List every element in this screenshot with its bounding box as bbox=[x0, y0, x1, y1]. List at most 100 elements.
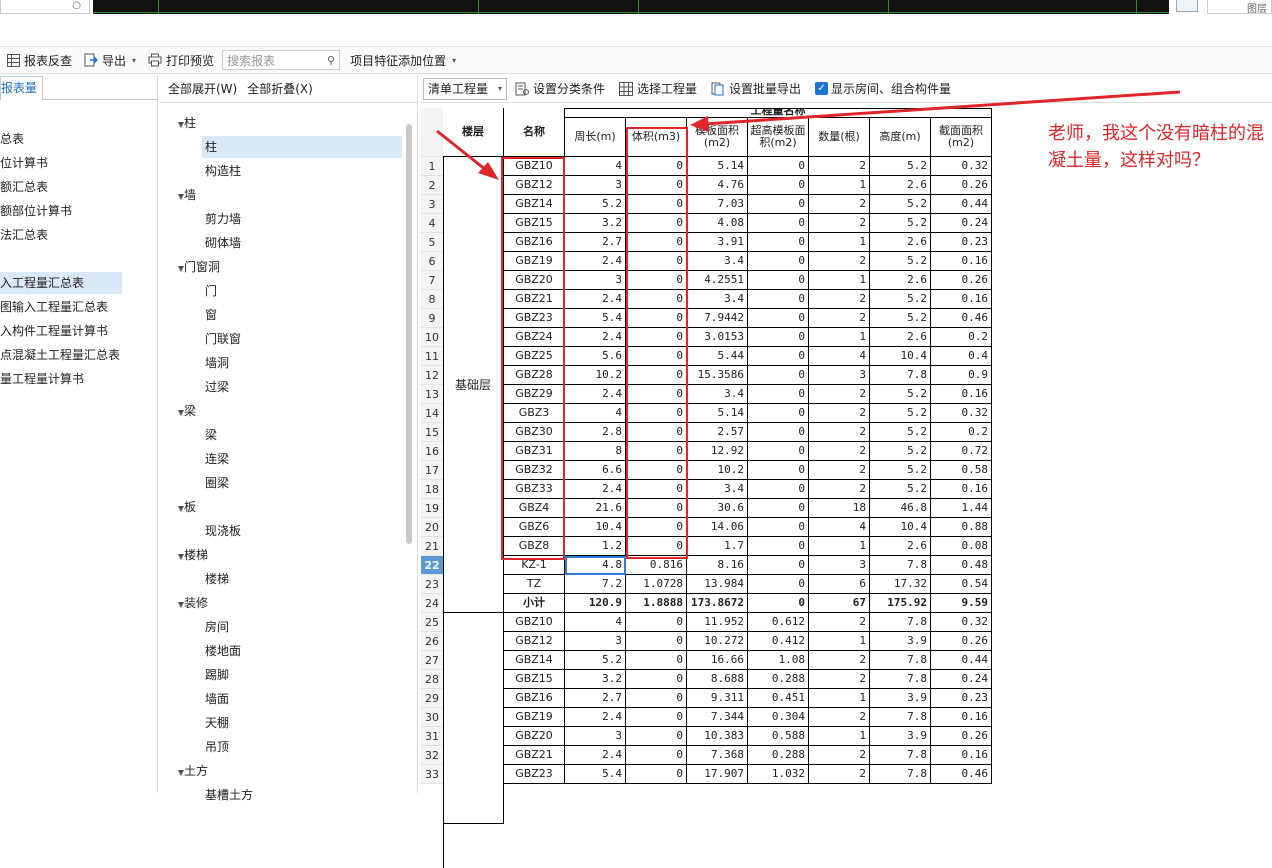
table-cell[interactable]: 8 bbox=[565, 442, 626, 461]
row-number[interactable]: 29 bbox=[421, 689, 443, 708]
table-cell[interactable]: 2 bbox=[809, 461, 870, 480]
table-cell[interactable]: 0.58 bbox=[931, 461, 992, 480]
table-cell-name[interactable]: GBZ3 bbox=[504, 404, 565, 423]
table-cell[interactable]: 2 bbox=[809, 252, 870, 271]
tree-item[interactable]: 梁 bbox=[205, 424, 217, 446]
row-number[interactable]: 26 bbox=[421, 632, 443, 651]
table-cell[interactable]: 0 bbox=[748, 594, 809, 613]
table-cell-name[interactable]: GBZ30 bbox=[504, 423, 565, 442]
table-cell[interactable]: 2 bbox=[809, 708, 870, 727]
tree-item[interactable]: 构造柱 bbox=[205, 160, 241, 182]
table-cell[interactable]: 0.304 bbox=[748, 708, 809, 727]
table-cell[interactable]: 1 bbox=[809, 632, 870, 651]
table-cell[interactable]: 1 bbox=[809, 176, 870, 195]
table-cell[interactable]: 5.6 bbox=[565, 347, 626, 366]
table-cell[interactable]: 3.91 bbox=[687, 233, 748, 252]
table-cell[interactable]: 9.59 bbox=[931, 594, 992, 613]
tree-item[interactable]: 基槽土方 bbox=[205, 784, 253, 806]
table-cell[interactable]: 0.588 bbox=[748, 727, 809, 746]
table-cell[interactable]: 0.4 bbox=[931, 347, 992, 366]
table-cell-name[interactable]: GBZ19 bbox=[504, 708, 565, 727]
table-cell-name[interactable]: GBZ16 bbox=[504, 689, 565, 708]
table-cell[interactable]: 0 bbox=[748, 328, 809, 347]
table-cell[interactable]: 0 bbox=[748, 423, 809, 442]
table-cell[interactable]: 7.03 bbox=[687, 195, 748, 214]
collapse-triangle-icon[interactable]: ▲ bbox=[170, 114, 184, 136]
tree-category[interactable]: ▲门窗洞 bbox=[170, 256, 220, 278]
table-cell[interactable]: 0.16 bbox=[931, 385, 992, 404]
table-cell[interactable]: 5.44 bbox=[687, 347, 748, 366]
table-cell[interactable]: 0 bbox=[748, 366, 809, 385]
table-cell[interactable]: 0 bbox=[748, 271, 809, 290]
row-number[interactable]: 30 bbox=[421, 708, 443, 727]
table-cell[interactable]: 0 bbox=[626, 632, 687, 651]
row-number[interactable]: 21 bbox=[421, 537, 443, 556]
report-list-item[interactable]: 位计算书 bbox=[0, 152, 48, 174]
table-cell[interactable]: 2.4 bbox=[565, 708, 626, 727]
table-cell-name[interactable]: GBZ10 bbox=[504, 157, 565, 176]
row-number[interactable]: 3 bbox=[421, 195, 443, 214]
row-number[interactable]: 33 bbox=[421, 765, 443, 784]
collapse-triangle-icon[interactable]: ▲ bbox=[170, 186, 184, 208]
table-cell[interactable]: 0 bbox=[748, 385, 809, 404]
table-cell[interactable]: 3 bbox=[809, 556, 870, 575]
row-number[interactable]: 17 bbox=[421, 461, 443, 480]
table-cell[interactable]: 4 bbox=[565, 613, 626, 632]
report-list-item[interactable]: 额部位计算书 bbox=[0, 200, 72, 222]
tree-item[interactable]: 门 bbox=[205, 280, 217, 302]
table-cell[interactable]: 7.8 bbox=[870, 651, 931, 670]
table-cell[interactable]: 0 bbox=[626, 651, 687, 670]
table-cell-name[interactable]: GBZ14 bbox=[504, 651, 565, 670]
table-cell-name[interactable]: GBZ33 bbox=[504, 480, 565, 499]
table-cell[interactable]: 7.8 bbox=[870, 765, 931, 784]
table-cell[interactable]: 0 bbox=[748, 575, 809, 594]
table-cell[interactable]: 2.7 bbox=[565, 689, 626, 708]
table-cell[interactable]: 0.46 bbox=[931, 765, 992, 784]
table-cell-name[interactable]: GBZ4 bbox=[504, 499, 565, 518]
table-cell[interactable]: 5.2 bbox=[565, 651, 626, 670]
table-cell-name[interactable]: GBZ21 bbox=[504, 746, 565, 765]
table-cell-name[interactable]: GBZ6 bbox=[504, 518, 565, 537]
tree-item[interactable]: 门联窗 bbox=[205, 328, 241, 350]
table-cell[interactable]: 0 bbox=[626, 214, 687, 233]
table-cell[interactable]: 0.2 bbox=[931, 328, 992, 347]
table-cell[interactable]: 2 bbox=[809, 195, 870, 214]
table-cell[interactable]: 21.6 bbox=[565, 499, 626, 518]
table-cell[interactable]: 0 bbox=[626, 613, 687, 632]
table-cell-name[interactable]: GBZ10 bbox=[504, 613, 565, 632]
print-preview-button[interactable]: 打印预览 bbox=[142, 49, 220, 71]
table-cell[interactable]: 7.8 bbox=[870, 556, 931, 575]
report-list-item-selected[interactable]: 入工程量汇总表 bbox=[0, 272, 122, 294]
table-cell[interactable]: 0.26 bbox=[931, 632, 992, 651]
table-cell[interactable]: 1.032 bbox=[748, 765, 809, 784]
table-cell[interactable]: 3 bbox=[565, 727, 626, 746]
column-header[interactable]: 截面面积(m2) bbox=[931, 118, 992, 157]
table-cell[interactable]: 2 bbox=[809, 746, 870, 765]
tree-category[interactable]: ▲楼梯 bbox=[170, 544, 208, 566]
row-number[interactable]: 32 bbox=[421, 746, 443, 765]
table-cell[interactable]: 4 bbox=[809, 347, 870, 366]
table-cell[interactable]: 2.4 bbox=[565, 252, 626, 271]
table-cell[interactable]: 2.6 bbox=[870, 271, 931, 290]
table-cell[interactable]: 3.2 bbox=[565, 670, 626, 689]
table-cell[interactable]: 0 bbox=[748, 556, 809, 575]
table-cell[interactable]: 7.9442 bbox=[687, 309, 748, 328]
table-cell[interactable]: 4.76 bbox=[687, 176, 748, 195]
column-header[interactable]: 周长(m) bbox=[565, 118, 626, 157]
table-cell[interactable]: 5.2 bbox=[870, 404, 931, 423]
table-cell[interactable]: 0 bbox=[748, 290, 809, 309]
table-cell[interactable]: 3 bbox=[565, 271, 626, 290]
table-cell[interactable]: 4.2551 bbox=[687, 271, 748, 290]
table-cell[interactable]: 2 bbox=[809, 385, 870, 404]
table-cell[interactable]: 11.952 bbox=[687, 613, 748, 632]
collapse-triangle-icon[interactable]: ▲ bbox=[170, 594, 184, 616]
drawing-canvas[interactable] bbox=[93, 0, 1169, 14]
table-cell[interactable]: 0 bbox=[626, 290, 687, 309]
table-cell[interactable]: 5.2 bbox=[870, 423, 931, 442]
tree-item[interactable]: 砌体墙 bbox=[205, 232, 241, 254]
table-cell-name[interactable]: TZ bbox=[504, 575, 565, 594]
table-cell[interactable]: 0 bbox=[626, 252, 687, 271]
table-cell[interactable]: 10.4 bbox=[565, 518, 626, 537]
table-cell[interactable]: 2.6 bbox=[870, 328, 931, 347]
table-cell[interactable]: 2 bbox=[809, 309, 870, 328]
